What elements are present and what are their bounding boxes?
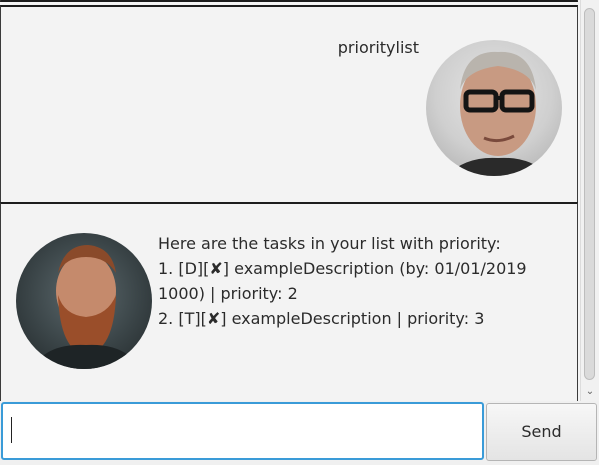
scroll-down-arrow-icon[interactable]: ⌄: [581, 385, 599, 399]
dialog-scroll-pane[interactable]: prioritylist Here are the tasks in your …: [0, 0, 580, 401]
user-message-text: prioritylist: [337, 38, 419, 57]
text-caret: [11, 417, 12, 443]
bot-message-text: Here are the tasks in your list with pri…: [158, 231, 538, 331]
user-avatar: [426, 40, 562, 176]
bot-message-line: 1. [D][✘] exampleDescription (by: 01/01/…: [158, 259, 527, 278]
user-dialog-box: prioritylist: [0, 5, 578, 204]
previous-dialog-box: [0, 0, 578, 2]
bot-avatar-icon: [32, 245, 140, 369]
bot-message-line: Here are the tasks in your list with pri…: [158, 234, 501, 253]
bot-message-line: 1000) | priority: 2: [158, 284, 298, 303]
message-input[interactable]: [1, 402, 484, 460]
bot-avatar: [16, 233, 152, 369]
send-button[interactable]: Send: [486, 403, 597, 461]
user-avatar-icon: [446, 51, 550, 176]
bot-message-line: 2. [T][✘] exampleDescription | priority:…: [158, 309, 485, 328]
bot-dialog-box: Here are the tasks in your list with pri…: [0, 202, 578, 401]
chat-window: prioritylist Here are the tasks in your …: [0, 0, 599, 465]
input-bar: Send: [0, 401, 599, 465]
vertical-scrollbar[interactable]: ⌄: [580, 0, 599, 401]
scrollbar-thumb[interactable]: [584, 8, 595, 380]
